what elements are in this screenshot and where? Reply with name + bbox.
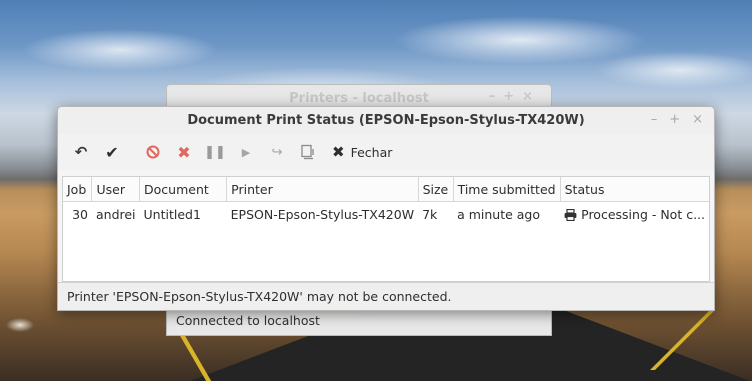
job-attributes-button[interactable] [295, 139, 321, 165]
delete-job-button[interactable]: ✖ [171, 139, 197, 165]
printers-close-button[interactable]: × [522, 89, 541, 104]
column-header-printer[interactable]: Printer [226, 177, 419, 202]
minimize-button[interactable]: – [651, 112, 658, 127]
cell-job: 30 [72, 207, 88, 222]
cell-printer: EPSON-Epson-Stylus-TX420W [230, 207, 415, 222]
window-titlebar[interactable]: Document Print Status (EPSON-Epson-Stylu… [58, 107, 714, 134]
printers-maximize-button[interactable]: + [503, 89, 522, 104]
hold-job-button[interactable]: ❚❚ [202, 139, 228, 165]
column-header-time[interactable]: Time submitted [453, 177, 561, 202]
cancel-icon [146, 145, 160, 159]
status-bar: Printer 'EPSON-Epson-Stylus-TX420W' may … [58, 282, 714, 310]
play-icon: ▶ [241, 145, 251, 159]
table-row[interactable]: 30 andrei Untitled1 EPSON-Epson-Stylus-T… [63, 202, 709, 228]
print-status-window[interactable]: Document Print Status (EPSON-Epson-Stylu… [57, 106, 715, 311]
delete-icon: ✖ [177, 142, 191, 162]
cell-size: 7k [422, 207, 438, 222]
status-text: Processing - Not c... [581, 207, 705, 222]
printers-window-controls: –+× [489, 89, 541, 104]
column-header-document[interactable]: Document [139, 177, 228, 202]
reprint-job-button[interactable]: ↪ [264, 139, 290, 165]
cell-status: Processing - Not c... [560, 202, 709, 228]
column-header-user[interactable]: User [91, 177, 141, 202]
release-job-button[interactable]: ▶ [233, 139, 259, 165]
refresh-button[interactable]: ↶ [68, 139, 94, 165]
refresh-icon: ↶ [74, 143, 88, 161]
reprint-icon: ↪ [271, 144, 283, 160]
table-header-row: Job User Document Printer Size Time subm… [63, 177, 709, 202]
jobs-table: Job User Document Printer Size Time subm… [63, 177, 709, 227]
window-controls: – + × [651, 112, 703, 127]
printers-window-title: Printers - localhost [289, 90, 429, 106]
window-title: Document Print Status (EPSON-Epson-Stylu… [187, 113, 585, 128]
wallpaper-rocks [0, 300, 40, 350]
status-cell-content: Processing - Not c... [564, 202, 705, 227]
column-header-size[interactable]: Size [418, 177, 454, 202]
jobs-table-container[interactable]: Job User Document Printer Size Time subm… [62, 176, 710, 282]
cell-user: andrei [95, 207, 136, 222]
cell-document: Untitled1 [143, 207, 201, 222]
close-button-label: Fechar [350, 144, 393, 160]
close-icon: ✖ [332, 143, 345, 161]
printers-minimize-button[interactable]: – [489, 89, 504, 104]
close-window-button[interactable]: × [692, 112, 703, 127]
authenticate-button[interactable]: ✔ [99, 139, 125, 165]
pause-icon: ❚❚ [204, 144, 226, 160]
printer-icon [564, 208, 577, 221]
close-button[interactable]: ✖ Fechar [332, 139, 392, 165]
column-header-job[interactable]: Job [63, 177, 93, 202]
cell-time: a minute ago [457, 207, 541, 222]
toolbar: ↶ ✔ ✖ ❚❚ ▶ ↪ ✖ Fechar [58, 134, 714, 170]
cancel-job-button[interactable] [140, 139, 166, 165]
maximize-button[interactable]: + [669, 112, 680, 127]
attributes-icon [301, 144, 314, 160]
column-header-status[interactable]: Status [560, 177, 709, 202]
check-icon: ✔ [105, 142, 119, 162]
